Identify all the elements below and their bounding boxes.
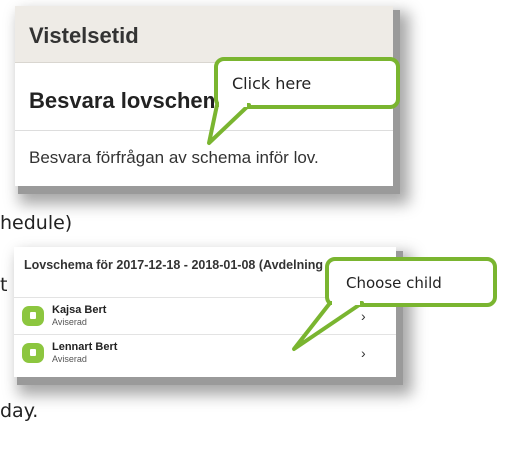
callout-label: Click here bbox=[232, 74, 312, 93]
callout-pointer bbox=[292, 299, 364, 351]
callout-label: Choose child bbox=[346, 274, 442, 292]
child-status: Aviserad bbox=[52, 317, 87, 327]
callout-pointer bbox=[207, 101, 251, 145]
child-name: Lennart Bert bbox=[52, 341, 118, 353]
child-avatar-icon bbox=[22, 306, 44, 326]
divider bbox=[15, 130, 393, 131]
child-avatar-icon bbox=[22, 343, 44, 363]
background-text-day: day. bbox=[0, 400, 39, 422]
background-text-fragment: t bbox=[0, 274, 8, 296]
request-title[interactable]: Besvara lovschema bbox=[29, 88, 234, 114]
card-header-title: Vistelsetid bbox=[29, 23, 139, 48]
card-header: Vistelsetid bbox=[15, 6, 393, 63]
child-name: Kajsa Bert bbox=[52, 304, 107, 316]
request-description: Besvara förfrågan av schema inför lov. bbox=[29, 148, 319, 167]
background-text-schedule: hedule) bbox=[0, 212, 73, 234]
child-status: Aviserad bbox=[52, 354, 87, 364]
